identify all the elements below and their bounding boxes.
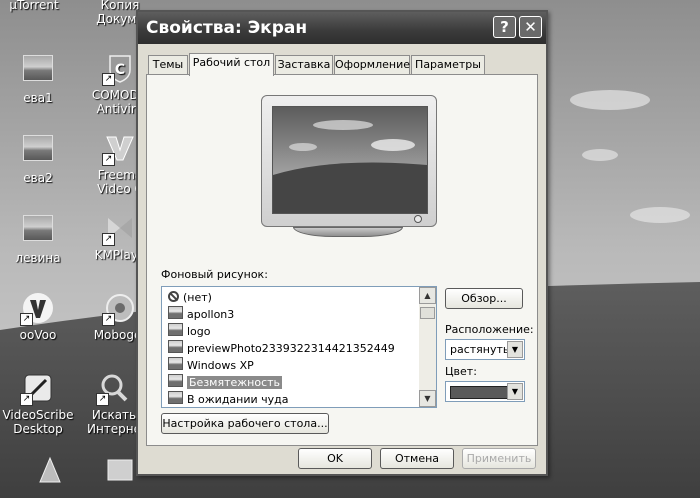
dialog-title: Свойства: Экран [146, 18, 308, 38]
background-label: Фоновый рисунок: [161, 268, 268, 281]
list-item[interactable]: (нет) [166, 289, 212, 306]
desktop-icon-label: ева2 [23, 171, 53, 185]
app-icon [34, 454, 66, 486]
desktop-icon-partial[interactable] [14, 454, 86, 490]
apply-button[interactable]: Применить [462, 448, 536, 469]
shortcut-arrow-icon: ↗ [102, 313, 115, 326]
dialog-titlebar[interactable]: Свойства: Экран ? ✕ [138, 12, 546, 44]
scrollbar-thumb[interactable] [420, 307, 435, 319]
image-file-icon [22, 55, 54, 87]
search-magnifier-icon: ↗ [96, 372, 130, 406]
image-icon [168, 323, 183, 336]
mobogenie-icon: ↗ [102, 292, 136, 326]
wallpaper-preview [272, 106, 428, 214]
background-listbox[interactable]: (нет) apollon3 logo previewPhoto23393223… [161, 286, 437, 408]
list-item[interactable]: logo [166, 323, 211, 340]
image-icon [168, 374, 183, 387]
desktop-icon-levina[interactable]: левина [2, 212, 74, 265]
kmplayer-icon: ↗ [102, 212, 136, 246]
list-item[interactable]: В ожидании чуда [166, 391, 289, 407]
desktop-icon-eva2[interactable]: ева2 [2, 132, 74, 185]
image-file-icon [22, 135, 54, 167]
svg-text:C: C [115, 62, 125, 78]
chevron-down-icon[interactable]: ▼ [507, 341, 523, 358]
shortcut-arrow-icon: ↗ [102, 233, 115, 246]
desktop-icon-label: левина [15, 251, 61, 265]
shortcut-arrow-icon: ↗ [102, 73, 115, 86]
color-label: Цвет: [445, 365, 477, 378]
desktop-icon-label: ooVoo [19, 328, 57, 342]
tab-screensaver[interactable]: Заставка [275, 55, 333, 74]
shortcut-arrow-icon: ↗ [20, 313, 33, 326]
listbox-scrollbar[interactable]: ▲ ▼ [419, 287, 436, 407]
desktop-icon-videoscribe[interactable]: ↗ VideoScribe Desktop [2, 372, 74, 436]
desktop-icon-label: VideoScribe Desktop [2, 408, 74, 436]
list-item[interactable]: previewPhoto2339322314421352449 [166, 340, 395, 357]
desktop-icon-eva1[interactable]: ева1 [2, 52, 74, 105]
videoscribe-icon: ↗ [20, 372, 54, 406]
position-select[interactable]: растянуть ▼ [445, 339, 525, 360]
image-icon [168, 340, 183, 353]
comodo-shield-icon: C ↗ [102, 52, 136, 86]
position-label: Расположение: [445, 323, 534, 336]
shortcut-arrow-icon: ↗ [96, 393, 109, 406]
close-button[interactable]: ✕ [519, 16, 542, 38]
image-file-icon [22, 215, 54, 247]
tab-settings[interactable]: Параметры [411, 55, 485, 74]
oovoo-v-icon: ↗ [20, 292, 54, 326]
chevron-down-icon[interactable]: ▼ [507, 383, 523, 400]
list-item[interactable]: Windows XP [166, 357, 254, 374]
color-picker[interactable]: ▼ [445, 381, 525, 402]
image-icon [168, 391, 183, 404]
shortcut-arrow-icon: ↗ [102, 153, 115, 166]
none-icon [168, 291, 179, 302]
browse-button[interactable]: Обзор... [445, 288, 523, 309]
desktop-icon-oovoo[interactable]: ↗ ooVoo [2, 292, 74, 342]
desktop-icon-utorrent[interactable]: µTorrent [0, 0, 70, 12]
scroll-down-icon[interactable]: ▼ [419, 390, 436, 407]
image-icon [168, 306, 183, 319]
monitor-preview [261, 95, 437, 227]
cancel-button[interactable]: Отмена [380, 448, 454, 469]
shortcut-arrow-icon: ↗ [20, 393, 33, 406]
power-led-icon [414, 215, 422, 223]
position-value: растянуть [450, 343, 510, 356]
ok-button[interactable]: OK [298, 448, 372, 469]
tab-themes[interactable]: Темы [148, 55, 188, 74]
color-swatch [450, 386, 512, 399]
display-properties-dialog: Свойства: Экран ? ✕ Темы Рабочий стол За… [136, 10, 548, 476]
tab-appearance[interactable]: Оформление [334, 55, 410, 74]
desktop-icon-label: ева1 [23, 91, 53, 105]
app-icon [104, 454, 136, 486]
help-button[interactable]: ? [493, 16, 516, 38]
list-item-selected[interactable]: Безмятежность [166, 374, 283, 391]
image-icon [168, 357, 183, 370]
list-item[interactable]: apollon3 [166, 306, 234, 323]
tab-desktop[interactable]: Рабочий стол [189, 53, 274, 76]
freemake-v-icon: ↗ [102, 132, 136, 166]
desktop-tab-panel: Фоновый рисунок: (нет) apollon3 logo pre… [146, 74, 538, 446]
monitor-stand [293, 227, 403, 237]
customize-desktop-button[interactable]: Настройка рабочего стола... [161, 413, 329, 434]
scroll-up-icon[interactable]: ▲ [419, 287, 436, 304]
desktop-icon-label: µTorrent [9, 0, 59, 12]
